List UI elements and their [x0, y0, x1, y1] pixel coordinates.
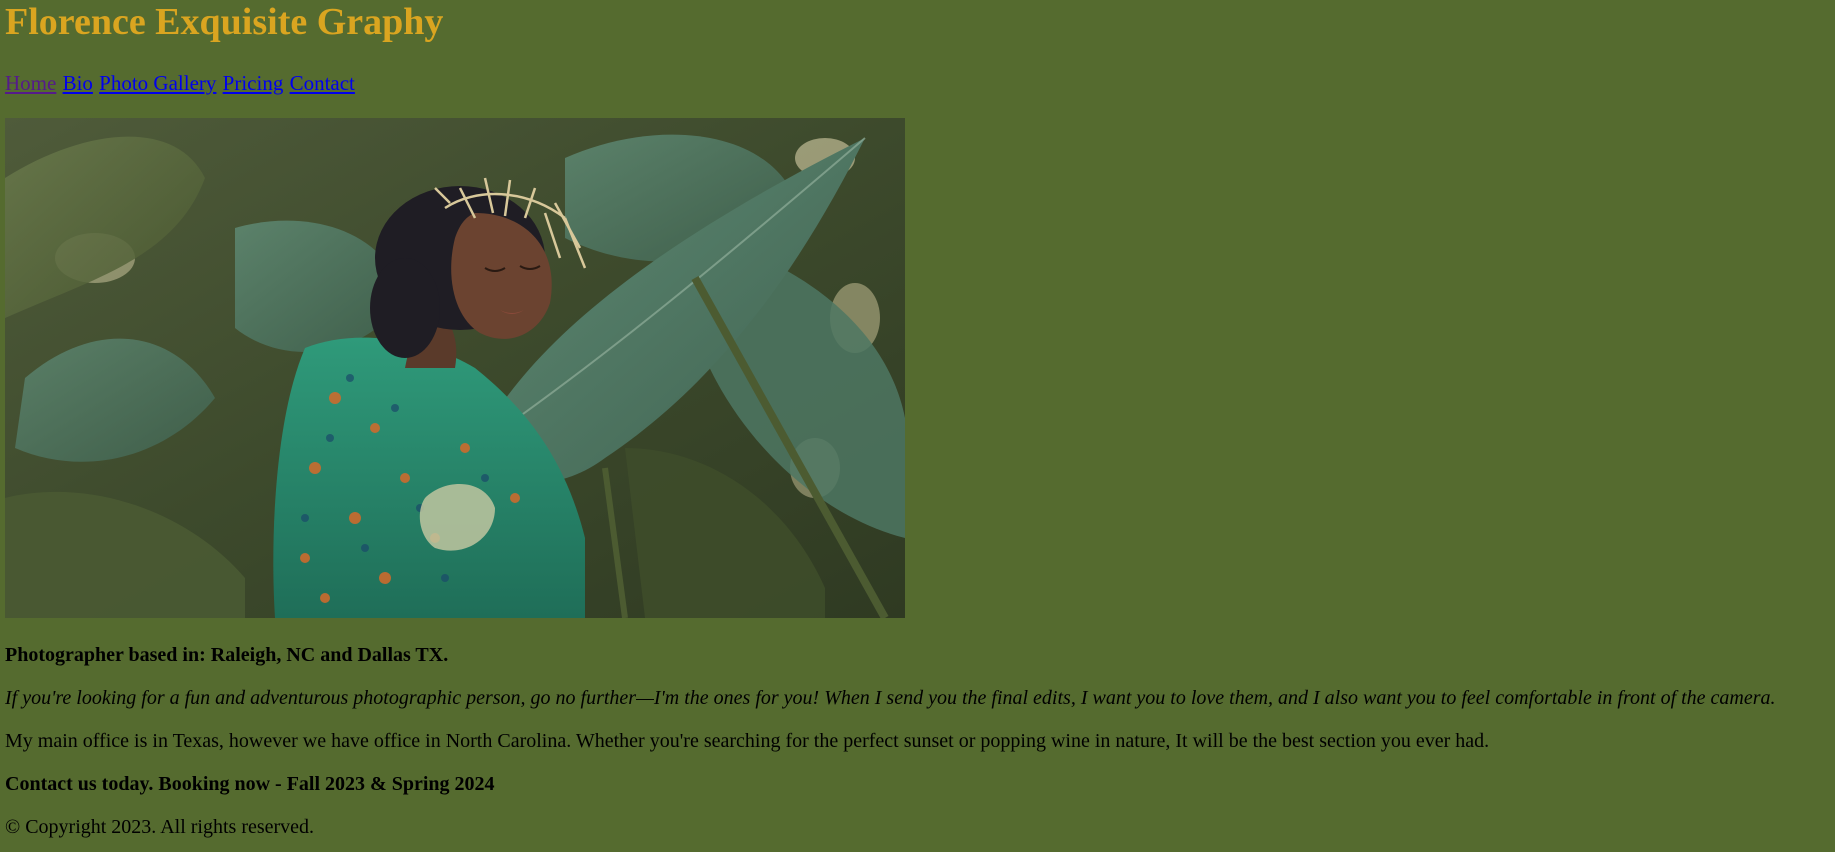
copyright-text: © Copyright 2023. All rights reserved.: [5, 816, 315, 838]
hero-photo: [5, 118, 905, 618]
location-text: Photographer based in: Raleigh, NC and D…: [5, 644, 449, 666]
nav-pricing-link[interactable]: Pricing: [223, 71, 284, 95]
office-text: My main office is in Texas, however we h…: [5, 730, 1490, 752]
booking-text: Contact us today. Booking now - Fall 202…: [5, 773, 495, 795]
site-title: Florence Exquisite Graphy: [5, 1, 444, 43]
tagline-text: If you're looking for a fun and adventur…: [5, 687, 1776, 709]
main-nav: Home Bio Photo Gallery Pricing Contact: [5, 70, 356, 96]
nav-photo-gallery-link[interactable]: Photo Gallery: [99, 71, 216, 95]
nav-home-link[interactable]: Home: [5, 71, 56, 95]
hero-photo-illustration: [5, 118, 905, 618]
nav-contact-link[interactable]: Contact: [290, 71, 355, 95]
nav-bio-link[interactable]: Bio: [63, 71, 93, 95]
